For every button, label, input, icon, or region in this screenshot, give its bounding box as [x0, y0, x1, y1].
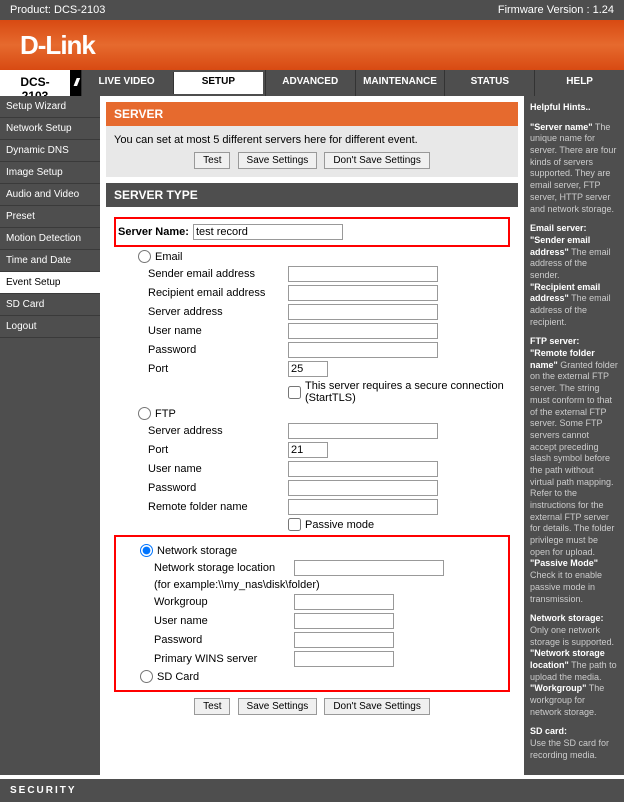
- ns-pass-input[interactable]: [294, 632, 394, 648]
- ns-user-label: User name: [154, 615, 294, 627]
- ftp-folder-input[interactable]: [288, 499, 438, 515]
- sidebar-time-date[interactable]: Time and Date: [0, 250, 100, 272]
- ftp-radio[interactable]: [138, 407, 151, 420]
- sidebar-logout[interactable]: Logout: [0, 316, 100, 338]
- network-storage-label: Network storage: [157, 545, 237, 557]
- header: D-Link: [0, 20, 624, 70]
- logo: D-Link: [20, 30, 95, 61]
- email-user-input[interactable]: [288, 323, 438, 339]
- ns-wins-label: Primary WINS server: [154, 653, 294, 665]
- email-server-label: Server address: [148, 306, 288, 318]
- ftp-label: FTP: [155, 408, 176, 420]
- network-storage-radio[interactable]: [140, 544, 153, 557]
- server-note-box: You can set at most 5 different servers …: [106, 126, 518, 177]
- topbar: Product: DCS-2103 Firmware Version : 1.2…: [0, 0, 624, 20]
- nav-setup[interactable]: SETUP: [173, 72, 263, 94]
- hints-title: Helpful Hints..: [530, 102, 591, 112]
- ftp-server-input[interactable]: [288, 423, 438, 439]
- network-storage-highlight: Network storage Network storage location…: [114, 535, 510, 692]
- ns-location-label: Network storage location: [154, 562, 294, 574]
- sidebar-event-setup[interactable]: Event Setup: [0, 272, 100, 294]
- firmware-label: Firmware Version : 1.24: [498, 4, 614, 16]
- save-button-bottom[interactable]: Save Settings: [238, 698, 318, 715]
- passive-label: Passive mode: [305, 519, 374, 531]
- sender-email-input[interactable]: [288, 266, 438, 282]
- slashes: ///: [70, 70, 81, 96]
- email-radio[interactable]: [138, 250, 151, 263]
- ns-pass-label: Password: [154, 634, 294, 646]
- ns-location-example: (for example:\\my_nas\disk\folder): [154, 579, 320, 591]
- email-server-input[interactable]: [288, 304, 438, 320]
- server-name-label: Server Name:: [118, 226, 189, 238]
- ftp-user-input[interactable]: [288, 461, 438, 477]
- email-user-label: User name: [148, 325, 288, 337]
- sd-card-label: SD Card: [157, 671, 199, 683]
- starttls-label: This server requires a secure connection…: [305, 380, 510, 404]
- ftp-port-label: Port: [148, 444, 288, 456]
- nav-maintenance[interactable]: MAINTENANCE: [355, 70, 445, 96]
- ftp-user-label: User name: [148, 463, 288, 475]
- ftp-pass-input[interactable]: [288, 480, 438, 496]
- passive-checkbox[interactable]: [288, 518, 301, 531]
- ftp-pass-label: Password: [148, 482, 288, 494]
- product-tab: DCS-2103: [0, 70, 70, 96]
- product-label: Product: DCS-2103: [10, 4, 105, 16]
- helpful-hints: Helpful Hints.. "Server name" The unique…: [524, 96, 624, 775]
- sidebar-image-setup[interactable]: Image Setup: [0, 162, 100, 184]
- test-button-top[interactable]: Test: [194, 152, 230, 169]
- server-section-title: SERVER: [106, 102, 518, 126]
- sidebar-setup-wizard[interactable]: Setup Wizard: [0, 96, 100, 118]
- sidebar-sd-card[interactable]: SD Card: [0, 294, 100, 316]
- email-label: Email: [155, 251, 183, 263]
- dont-save-button-top[interactable]: Don't Save Settings: [324, 152, 430, 169]
- main-content: SERVER You can set at most 5 different s…: [100, 96, 524, 775]
- sender-email-label: Sender email address: [148, 268, 288, 280]
- ns-user-input[interactable]: [294, 613, 394, 629]
- sidebar-motion-detection[interactable]: Motion Detection: [0, 228, 100, 250]
- recipient-email-label: Recipient email address: [148, 287, 288, 299]
- ns-wins-input[interactable]: [294, 651, 394, 667]
- recipient-email-input[interactable]: [288, 285, 438, 301]
- sidebar-audio-video[interactable]: Audio and Video: [0, 184, 100, 206]
- server-name-highlight: Server Name:: [114, 217, 510, 247]
- ftp-port-input[interactable]: [288, 442, 328, 458]
- nav-help[interactable]: HELP: [534, 70, 624, 96]
- server-type-title: SERVER TYPE: [106, 183, 518, 207]
- sidebar: Setup Wizard Network Setup Dynamic DNS I…: [0, 96, 100, 775]
- sd-card-radio[interactable]: [140, 670, 153, 683]
- nav-live-video[interactable]: LIVE VIDEO: [81, 70, 171, 96]
- ftp-folder-label: Remote folder name: [148, 501, 288, 513]
- sidebar-preset[interactable]: Preset: [0, 206, 100, 228]
- sidebar-network-setup[interactable]: Network Setup: [0, 118, 100, 140]
- nav-row: DCS-2103 /// LIVE VIDEO SETUP ADVANCED M…: [0, 70, 624, 96]
- nav-advanced[interactable]: ADVANCED: [265, 70, 355, 96]
- footer: SECURITY: [0, 779, 624, 802]
- server-type-form: Server Name: Email Sender email address …: [106, 207, 518, 723]
- server-note-text: You can set at most 5 different servers …: [114, 134, 510, 146]
- ftp-server-label: Server address: [148, 425, 288, 437]
- email-pass-input[interactable]: [288, 342, 438, 358]
- ns-workgroup-input[interactable]: [294, 594, 394, 610]
- dont-save-button-bottom[interactable]: Don't Save Settings: [324, 698, 430, 715]
- server-name-input[interactable]: [193, 224, 343, 240]
- starttls-checkbox[interactable]: [288, 386, 301, 399]
- email-port-label: Port: [148, 363, 288, 375]
- sidebar-dynamic-dns[interactable]: Dynamic DNS: [0, 140, 100, 162]
- nav-status[interactable]: STATUS: [444, 70, 534, 96]
- test-button-bottom[interactable]: Test: [194, 698, 230, 715]
- email-pass-label: Password: [148, 344, 288, 356]
- email-port-input[interactable]: [288, 361, 328, 377]
- save-button-top[interactable]: Save Settings: [238, 152, 318, 169]
- ns-location-input[interactable]: [294, 560, 444, 576]
- ns-workgroup-label: Workgroup: [154, 596, 294, 608]
